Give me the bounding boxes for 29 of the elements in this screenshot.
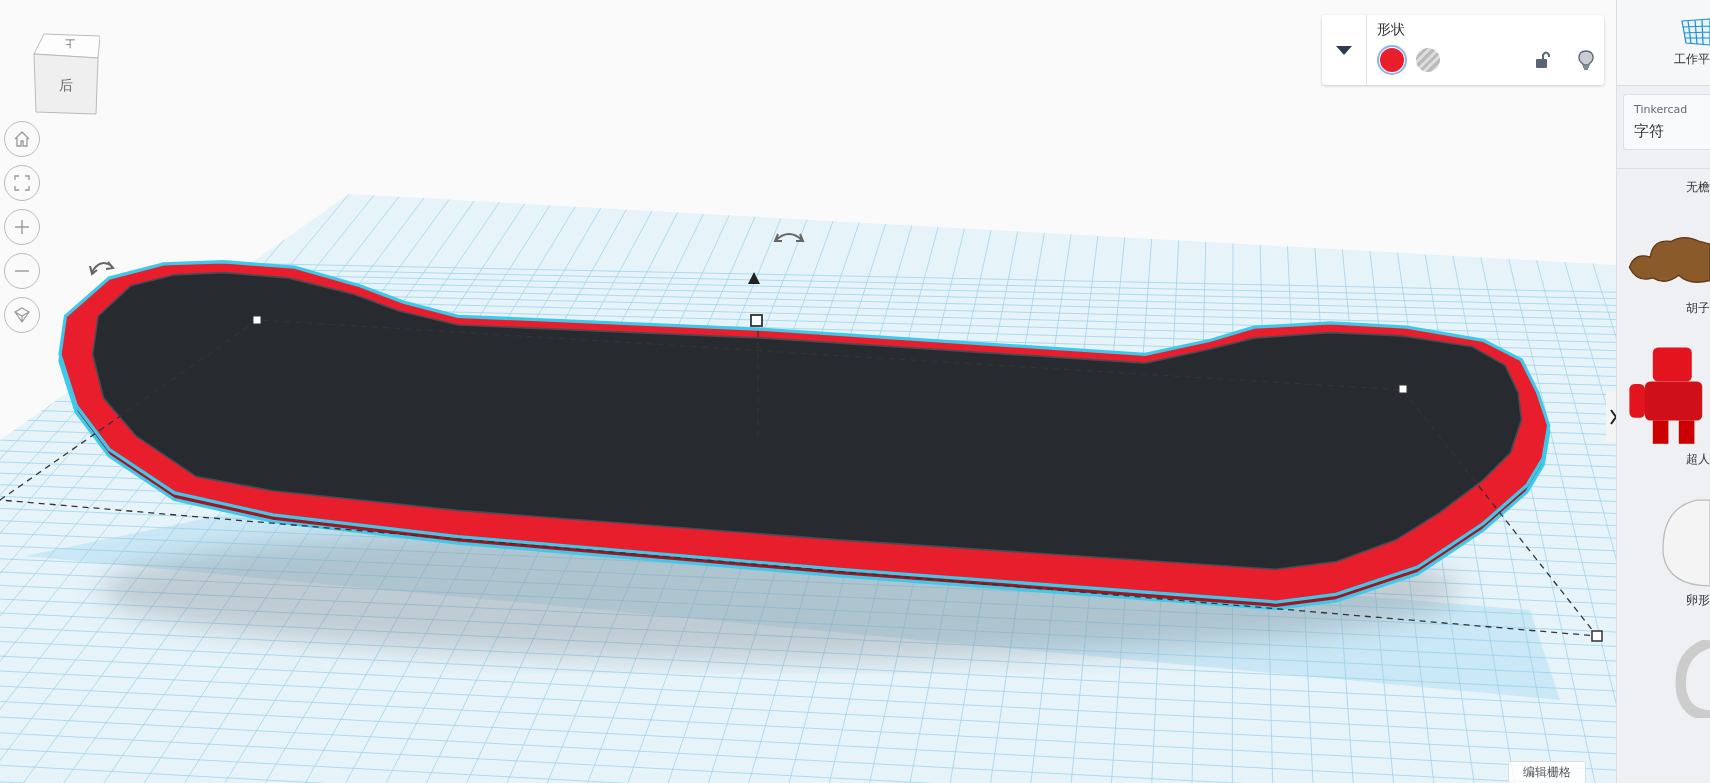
shape-library-selector[interactable]: Tinkercad 字符 xyxy=(1623,94,1710,150)
collapse-panel-button[interactable] xyxy=(1606,392,1617,442)
workplane-button[interactable]: 工作平 xyxy=(1617,0,1710,86)
resize-handle[interactable] xyxy=(252,315,262,325)
home-icon xyxy=(13,130,31,148)
cube-icon xyxy=(13,306,31,324)
height-handle[interactable] xyxy=(750,314,763,327)
shape-label[interactable]: 超人 xyxy=(1686,451,1710,468)
library-category: 字符 xyxy=(1634,122,1666,141)
rotate-handle-icon[interactable] xyxy=(89,261,114,275)
caret-icon[interactable] xyxy=(1336,45,1352,55)
rotate-handle-icon[interactable] xyxy=(774,233,804,242)
panel-title: 形状 xyxy=(1377,21,1406,39)
grid-plane-icon xyxy=(1680,17,1710,47)
chevron-right-icon xyxy=(1609,409,1617,425)
shape-label[interactable]: 无檐 xyxy=(1686,179,1710,196)
library-source: Tinkercad xyxy=(1634,103,1689,116)
unlock-icon[interactable] xyxy=(1536,51,1550,69)
shape-label[interactable]: 卵形 xyxy=(1686,592,1710,609)
resize-handle[interactable] xyxy=(1398,384,1408,394)
fit-view-icon xyxy=(14,175,30,191)
resize-handle[interactable] xyxy=(1591,630,1603,642)
lightbulb-icon[interactable] xyxy=(1578,50,1594,70)
zoom-out-icon xyxy=(14,269,30,273)
color-swatch[interactable] xyxy=(1377,45,1407,75)
lift-handle-icon[interactable] xyxy=(748,272,760,284)
edit-grid-button[interactable]: 编辑栅格 xyxy=(1508,761,1586,783)
zoom-in-icon xyxy=(14,219,30,235)
shape-label[interactable]: 胡子 xyxy=(1686,300,1710,317)
